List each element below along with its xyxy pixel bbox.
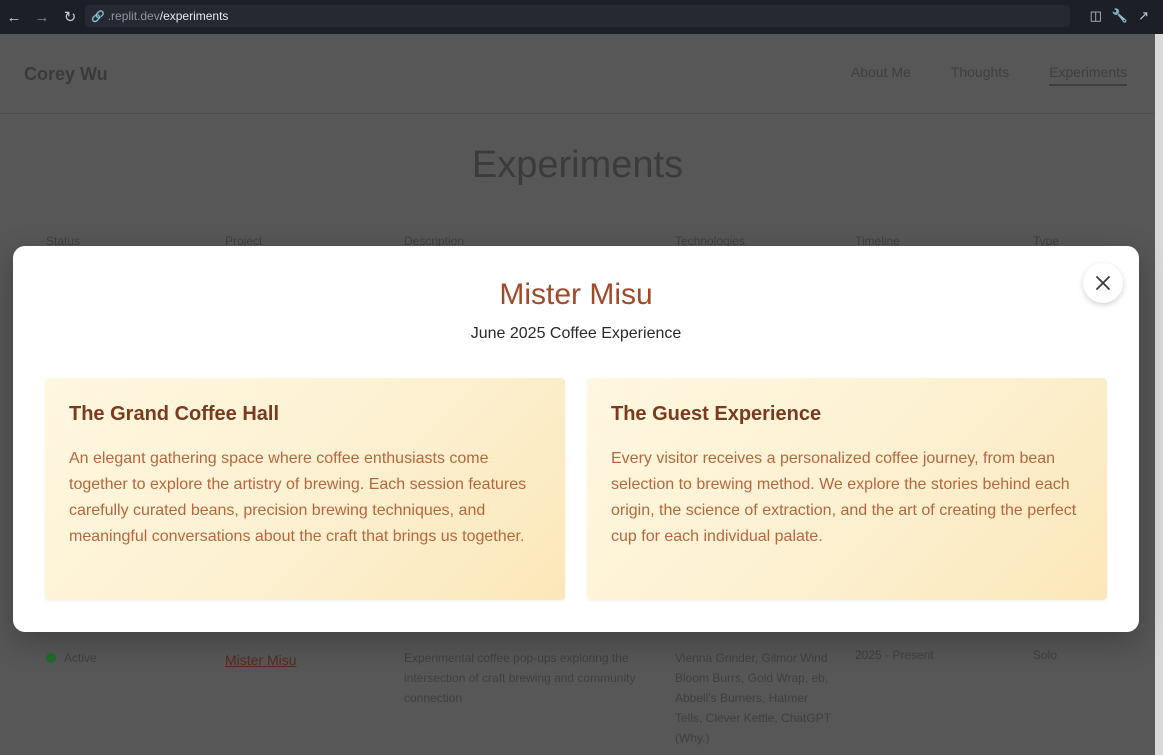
card-body: An elegant gathering space where coffee … — [69, 450, 527, 545]
devices-icon[interactable]: ◫ — [1090, 8, 1102, 24]
close-button[interactable] — [1083, 263, 1123, 303]
nav-experiments[interactable]: Experiments — [1049, 64, 1127, 86]
forward-arrow-icon[interactable]: → — [28, 9, 56, 26]
link-icon: 🔗 — [91, 10, 105, 23]
project-link[interactable]: Mister Misu — [225, 652, 297, 668]
site-logo[interactable]: Corey Wu — [24, 64, 108, 85]
reload-icon[interactable]: ↻ — [56, 8, 84, 26]
address-bar[interactable]: 🔗 .replit.dev/experiments — [85, 5, 1070, 27]
url-path: /experiments — [159, 9, 229, 23]
project-type: Solo — [1033, 648, 1058, 662]
browser-toolbar: ← → ↻ 🔗 .replit.dev/experiments ◫ 🔧 ↗ — [0, 0, 1163, 34]
card-body: Every visitor receives a personalized co… — [611, 450, 1077, 545]
page-title: Experiments — [471, 144, 684, 186]
nav-about-me[interactable]: About Me — [851, 64, 911, 86]
site-nav: About Me Thoughts Experiments — [851, 64, 1127, 86]
status-dot-icon — [46, 653, 56, 663]
back-arrow-icon[interactable]: ← — [0, 9, 28, 26]
status-label: Active — [64, 651, 97, 665]
status-badge: Active — [46, 651, 97, 665]
project-timeline: 2025 - Present — [855, 648, 934, 662]
card-guest-experience: The Guest Experience Every visitor recei… — [587, 378, 1107, 600]
card-title: The Grand Coffee Hall — [69, 403, 280, 425]
card-title: The Guest Experience — [611, 403, 822, 425]
nav-thoughts[interactable]: Thoughts — [951, 64, 1009, 86]
wrench-icon[interactable]: 🔧 — [1112, 8, 1128, 24]
url-host: .replit.dev — [107, 9, 160, 23]
card-grand-coffee-hall: The Grand Coffee Hall An elegant gatheri… — [45, 378, 565, 600]
project-description: Experimental coffee pop-ups exploring th… — [404, 651, 636, 705]
site-header: Corey Wu About Me Thoughts Experiments — [0, 34, 1155, 114]
browser-actions: ◫ 🔧 ↗ — [1090, 8, 1149, 24]
scrollbar[interactable] — [1155, 34, 1163, 755]
modal-subtitle: June 2025 Coffee Experience — [470, 325, 682, 342]
project-technologies: Vienna Grinder, Gilmor Wind Bloom Burrs,… — [675, 651, 831, 745]
project-modal: Mister Misu June 2025 Coffee Experience … — [13, 246, 1139, 632]
modal-title: Mister Misu — [499, 278, 653, 311]
open-external-icon[interactable]: ↗ — [1138, 8, 1149, 24]
close-icon — [1096, 276, 1110, 290]
